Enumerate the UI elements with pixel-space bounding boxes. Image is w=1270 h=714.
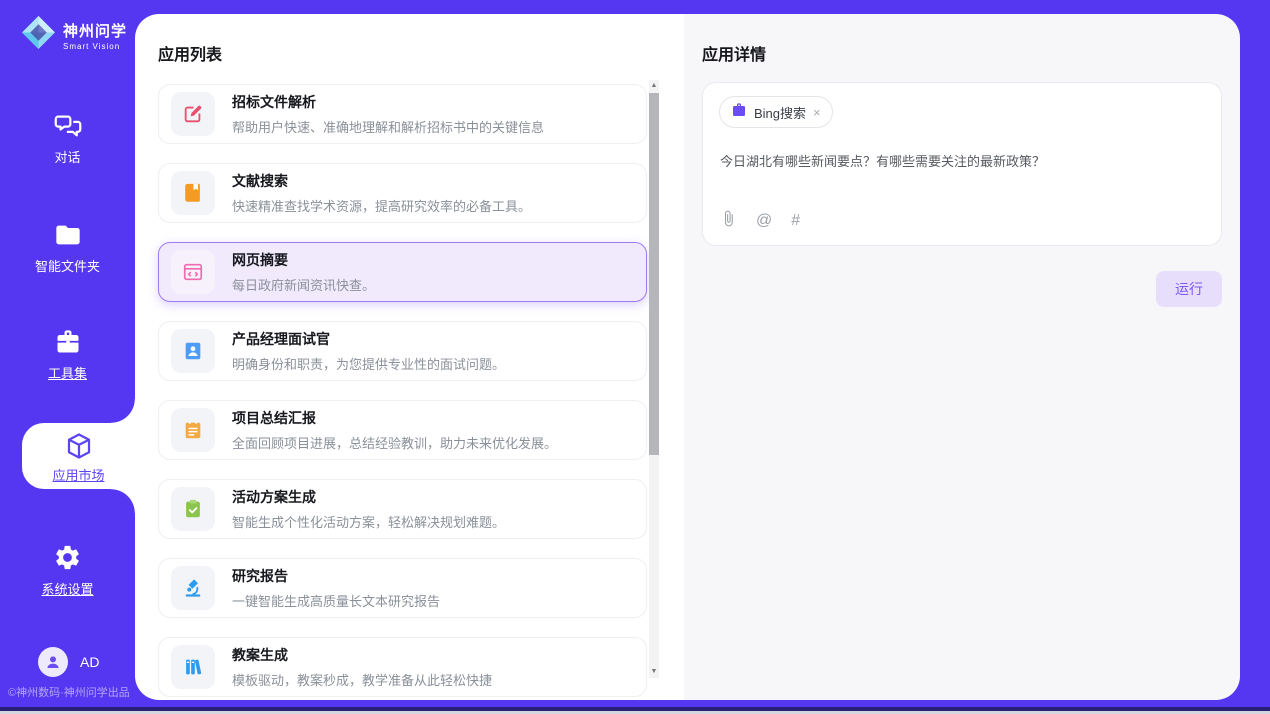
app-list: 招标文件解析 帮助用户快速、准确地理解和解析招标书中的关键信息 文献搜索 快速精…: [158, 84, 647, 700]
prompt-card: Bing搜索 × 今日湖北有哪些新闻要点？有哪些需要关注的最新政策？ @ #: [702, 82, 1222, 246]
app-card-name: 教案生成: [232, 645, 492, 665]
sidebar-item-smart-folder[interactable]: 智能文件夹: [0, 221, 135, 275]
book-icon: [171, 171, 215, 215]
app-card-event-plan[interactable]: 活动方案生成 智能生成个性化活动方案，轻松解决规划难题。: [158, 479, 647, 539]
brand-logo: 神州问学 Smart Vision: [20, 14, 127, 56]
sidebar-item-label: 系统设置: [0, 579, 135, 598]
app-card-pm-interviewer[interactable]: 产品经理面试官 明确身份和职责，为您提供专业性的面试问题。: [158, 321, 647, 381]
sidebar-item-toolkit[interactable]: 工具集: [0, 328, 135, 382]
app-card-name: 项目总结汇报: [232, 408, 557, 428]
app-detail-panel: 应用详情 Bing搜索 × 今日湖北有哪些新闻要点？有哪些需要关注的最新政策？ …: [684, 14, 1240, 700]
sidebar-item-label: 对话: [0, 147, 135, 166]
mention-icon[interactable]: @: [756, 212, 772, 230]
query-input[interactable]: 今日湖北有哪些新闻要点？有哪些需要关注的最新政策？: [720, 152, 1201, 171]
app-card-literature-search[interactable]: 文献搜索 快速精准查找学术资源，提高研究效率的必备工具。: [158, 163, 647, 223]
gem-logo-icon: [20, 14, 57, 56]
tool-tag-label: Bing搜索: [754, 103, 806, 122]
browser-code-icon: [171, 250, 215, 294]
app-card-name: 产品经理面试官: [232, 329, 505, 349]
books-icon: [171, 645, 215, 689]
scrollbar[interactable]: ▲ ▼: [649, 80, 659, 678]
sidebar-item-settings[interactable]: 系统设置: [0, 543, 135, 598]
sidebar-item-label: 应用市场: [22, 465, 135, 484]
app-card-research-report[interactable]: 研究报告 一键智能生成高质量长文本研究报告: [158, 558, 647, 618]
brand-name: 神州问学: [63, 20, 127, 41]
app-card-desc: 每日政府新闻资讯快查。: [232, 275, 375, 294]
app-detail-title: 应用详情: [702, 41, 766, 65]
run-button[interactable]: 运行: [1156, 271, 1222, 307]
app-card-name: 招标文件解析: [232, 92, 544, 112]
briefcase-icon: [0, 328, 135, 356]
chat-icon: [0, 112, 135, 140]
sidebar-item-app-market[interactable]: 应用市场: [22, 423, 135, 489]
sidebar-item-chat[interactable]: 对话: [0, 112, 135, 166]
paperclip-icon[interactable]: [720, 210, 737, 232]
close-icon[interactable]: ×: [813, 105, 821, 120]
app-card-name: 网页摘要: [232, 250, 375, 270]
notepad-icon: [171, 408, 215, 452]
app-card-lesson-plan[interactable]: 教案生成 模板驱动，教案秒成，教学准备从此轻松快捷: [158, 637, 647, 697]
folder-icon: [0, 221, 135, 249]
sidebar-item-label: 工具集: [0, 363, 135, 382]
clipboard-check-icon: [171, 487, 215, 531]
scrollbar-up-icon[interactable]: ▲: [649, 80, 659, 92]
app-card-desc: 明确身份和职责，为您提供专业性的面试问题。: [232, 354, 505, 373]
bubble-fillet-top: [111, 399, 135, 423]
user-name: AD: [80, 654, 99, 670]
tool-tag-bing-search[interactable]: Bing搜索 ×: [719, 96, 833, 128]
app-card-name: 文献搜索: [232, 171, 531, 191]
edit-square-icon: [171, 92, 215, 136]
sidebar: 神州问学 Smart Vision 对话 智能文件夹 工具集: [0, 0, 135, 714]
microscope-icon: [171, 566, 215, 610]
app-card-name: 活动方案生成: [232, 487, 505, 507]
app-card-desc: 全面回顾项目进展，总结经验教训，助力未来优化发展。: [232, 433, 557, 452]
app-card-desc: 帮助用户快速、准确地理解和解析招标书中的关键信息: [232, 117, 544, 136]
app-card-desc: 一键智能生成高质量长文本研究报告: [232, 591, 440, 610]
briefcase-icon: [731, 102, 747, 123]
app-list-panel: 应用列表 招标文件解析 帮助用户快速、准确地理解和解析招标书中的关键信息: [135, 14, 684, 700]
bubble-fillet-bottom: [111, 489, 135, 513]
sidebar-item-label: 智能文件夹: [0, 256, 135, 275]
app-card-desc: 快速精准查找学术资源，提高研究效率的必备工具。: [232, 196, 531, 215]
gear-icon: [0, 543, 135, 572]
app-card-desc: 模板驱动，教案秒成，教学准备从此轻松快捷: [232, 670, 492, 689]
cube-icon: [22, 431, 135, 461]
app-card-project-summary[interactable]: 项目总结汇报 全面回顾项目进展，总结经验教训，助力未来优化发展。: [158, 400, 647, 460]
user-account[interactable]: AD: [38, 647, 99, 677]
scrollbar-down-icon[interactable]: ▼: [649, 666, 659, 678]
person-doc-icon: [171, 329, 215, 373]
app-list-title: 应用列表: [158, 41, 222, 65]
app-card-name: 研究报告: [232, 566, 440, 586]
avatar: [38, 647, 68, 677]
app-card-web-summary[interactable]: 网页摘要 每日政府新闻资讯快查。: [158, 242, 647, 302]
hash-icon[interactable]: #: [791, 212, 800, 230]
scrollbar-thumb[interactable]: [649, 93, 659, 455]
brand-subtitle: Smart Vision: [63, 42, 127, 51]
app-card-bid-analysis[interactable]: 招标文件解析 帮助用户快速、准确地理解和解析招标书中的关键信息: [158, 84, 647, 144]
copyright-text: ©神州数码·神州问学出品: [8, 684, 138, 700]
app-card-desc: 智能生成个性化活动方案，轻松解决规划难题。: [232, 512, 505, 531]
